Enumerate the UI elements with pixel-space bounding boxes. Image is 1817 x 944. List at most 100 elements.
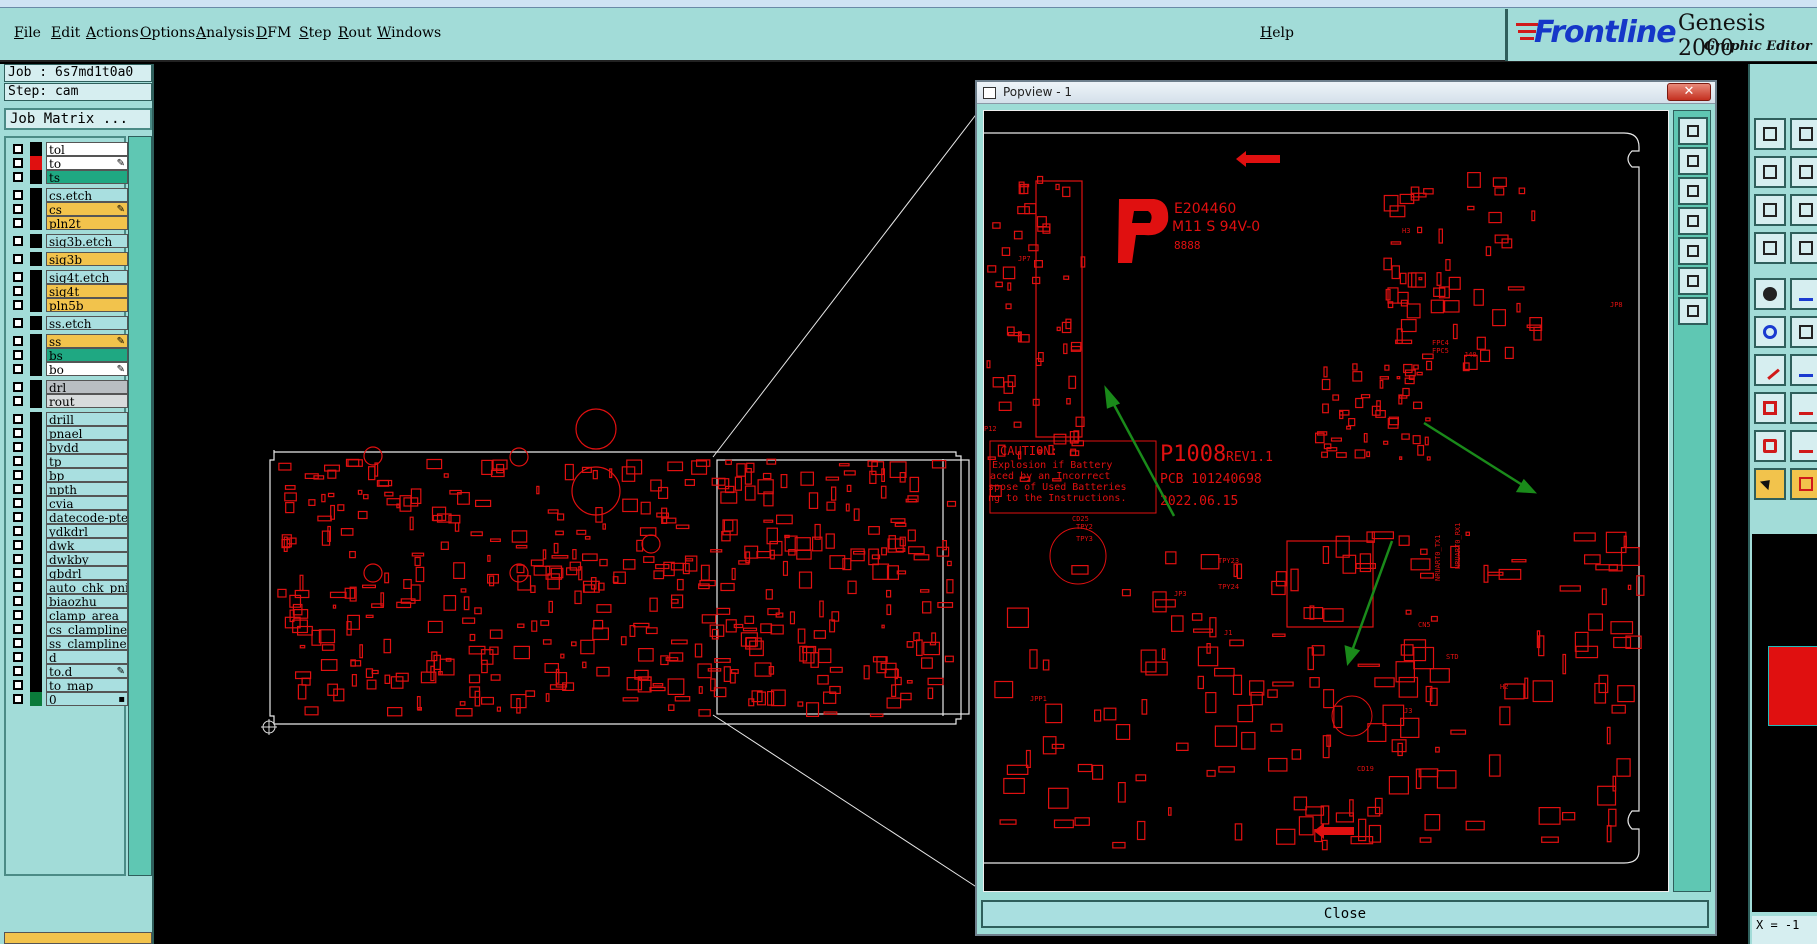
- layer-color-swatch[interactable]: [30, 216, 42, 230]
- layer-name[interactable]: tol: [46, 142, 128, 156]
- pan-down-button[interactable]: [1678, 177, 1708, 205]
- tool-side-icon[interactable]: [1790, 430, 1817, 462]
- layer-row[interactable]: biaozhu: [9, 594, 128, 608]
- layer-checkbox[interactable]: [13, 382, 23, 392]
- layer-name[interactable]: to.d ✎: [46, 664, 128, 678]
- layer-checkbox[interactable]: [13, 526, 23, 536]
- layer-checkbox[interactable]: [13, 582, 23, 592]
- layer-checkbox[interactable]: [13, 554, 23, 564]
- layer-color-swatch[interactable]: [30, 692, 42, 706]
- layer-row[interactable]: tol: [9, 142, 128, 156]
- tool-side-icon[interactable]: [1790, 156, 1817, 188]
- layer-name[interactable]: sig4t.etch: [46, 270, 128, 284]
- layer-name[interactable]: tp: [46, 454, 128, 468]
- layer-row[interactable]: to ✎: [9, 156, 128, 170]
- layer-checkbox[interactable]: [13, 254, 23, 264]
- tool-side-icon[interactable]: [1790, 316, 1817, 348]
- layer-name[interactable]: cs ✎: [46, 202, 128, 216]
- layer-row[interactable]: pnael: [9, 426, 128, 440]
- layer-checkbox[interactable]: [13, 666, 23, 676]
- layer-name[interactable]: dwk: [46, 538, 128, 552]
- layer-name[interactable]: bo ✎: [46, 362, 128, 376]
- layer-color-swatch[interactable]: [30, 170, 42, 184]
- layer-list-scrollbar[interactable]: [128, 136, 152, 876]
- layer-name[interactable]: cs.etch: [46, 188, 128, 202]
- layer-checkbox[interactable]: [13, 638, 23, 648]
- pan-left-button[interactable]: [1678, 207, 1708, 235]
- tool-side-icon[interactable]: [1790, 278, 1817, 310]
- zoom-in-button[interactable]: [1678, 267, 1708, 295]
- layer-row[interactable]: to_map: [9, 678, 128, 692]
- layer-row[interactable]: ss ✎: [9, 334, 128, 348]
- layer-color-swatch[interactable]: [30, 394, 42, 408]
- layer-name[interactable]: sig3b.etch: [46, 234, 128, 248]
- layer-row[interactable]: rout: [9, 394, 128, 408]
- tool-side-icon[interactable]: [1790, 354, 1817, 386]
- tool-side-icon[interactable]: [1790, 392, 1817, 424]
- layer-color-swatch[interactable]: [30, 636, 42, 650]
- layer-checkbox[interactable]: [13, 204, 23, 214]
- layer-checkbox[interactable]: [13, 610, 23, 620]
- menu-rout[interactable]: Rout: [338, 25, 372, 45]
- layer-name[interactable]: auto_chk_pni: [46, 580, 128, 594]
- layer-row[interactable]: auto_chk_pni: [9, 580, 128, 594]
- layer-checkbox[interactable]: [13, 694, 23, 704]
- layer-color-swatch[interactable]: [30, 566, 42, 580]
- layer-color-swatch[interactable]: [30, 426, 42, 440]
- layer-checkbox[interactable]: [13, 680, 23, 690]
- layer-row[interactable]: to.d ✎: [9, 664, 128, 678]
- pan-up-button[interactable]: [1678, 147, 1708, 175]
- layer-checkbox[interactable]: [13, 300, 23, 310]
- layer-color-swatch[interactable]: [30, 234, 42, 248]
- cursor-icon[interactable]: [1754, 468, 1786, 500]
- tool-surface-icon[interactable]: [1754, 430, 1786, 462]
- layer-checkbox[interactable]: [13, 172, 23, 182]
- layer-color-swatch[interactable]: [30, 664, 42, 678]
- tool-select-feature-icon[interactable]: [1754, 278, 1786, 310]
- tool-net-icon[interactable]: [1754, 316, 1786, 348]
- layer-color-swatch[interactable]: [30, 524, 42, 538]
- layer-color-swatch[interactable]: [30, 496, 42, 510]
- layer-name[interactable]: datecode-pte: [46, 510, 128, 524]
- layer-row[interactable]: bydd: [9, 440, 128, 454]
- layer-name[interactable]: sig4t: [46, 284, 128, 298]
- menu-file[interactable]: File: [14, 25, 41, 45]
- layer-name[interactable]: ss.etch: [46, 316, 128, 330]
- layer-name[interactable]: ss ✎: [46, 334, 128, 348]
- layer-checkbox[interactable]: [13, 442, 23, 452]
- layer-checkbox[interactable]: [13, 484, 23, 494]
- tool-side-icon[interactable]: [1790, 232, 1817, 264]
- layer-checkbox[interactable]: [13, 218, 23, 228]
- tool-side-icon[interactable]: [1790, 468, 1817, 500]
- layer-row[interactable]: d: [9, 650, 128, 664]
- layer-checkbox[interactable]: [13, 568, 23, 578]
- layer-row[interactable]: npth: [9, 482, 128, 496]
- layer-row[interactable]: bp: [9, 468, 128, 482]
- menu-dfm[interactable]: DFM: [256, 25, 291, 45]
- layer-checkbox[interactable]: [13, 336, 23, 346]
- layer-name[interactable]: cvia: [46, 496, 128, 510]
- tool-line-icon[interactable]: [1754, 354, 1786, 386]
- window-close-icon[interactable]: ✕: [1667, 83, 1711, 101]
- menu-analysis[interactable]: Analysis: [196, 25, 255, 45]
- layer-row[interactable]: pln2t: [9, 216, 128, 230]
- layer-checkbox[interactable]: [13, 512, 23, 522]
- layer-row[interactable]: sig3b.etch: [9, 234, 128, 248]
- layer-name[interactable]: pln5b: [46, 298, 128, 312]
- layer-color-swatch[interactable]: [30, 580, 42, 594]
- layer-checkbox[interactable]: [13, 456, 23, 466]
- tool-side-icon[interactable]: [1790, 194, 1817, 226]
- layer-row[interactable]: dwkby: [9, 552, 128, 566]
- layer-checkbox[interactable]: [13, 540, 23, 550]
- layer-color-swatch[interactable]: [30, 594, 42, 608]
- layer-name[interactable]: cs_clampline: [46, 622, 128, 636]
- layer-checkbox[interactable]: [13, 236, 23, 246]
- popview-titlebar[interactable]: Popview - 1 ✕: [977, 82, 1715, 104]
- layer-row[interactable]: sig4t: [9, 284, 128, 298]
- menu-windows[interactable]: Windows: [377, 25, 441, 45]
- layer-color-swatch[interactable]: [30, 468, 42, 482]
- zoom-home-button[interactable]: [1678, 297, 1708, 325]
- layer-checkbox[interactable]: [13, 364, 23, 374]
- layer-row[interactable]: drill: [9, 412, 128, 426]
- layer-row[interactable]: cs ✎: [9, 202, 128, 216]
